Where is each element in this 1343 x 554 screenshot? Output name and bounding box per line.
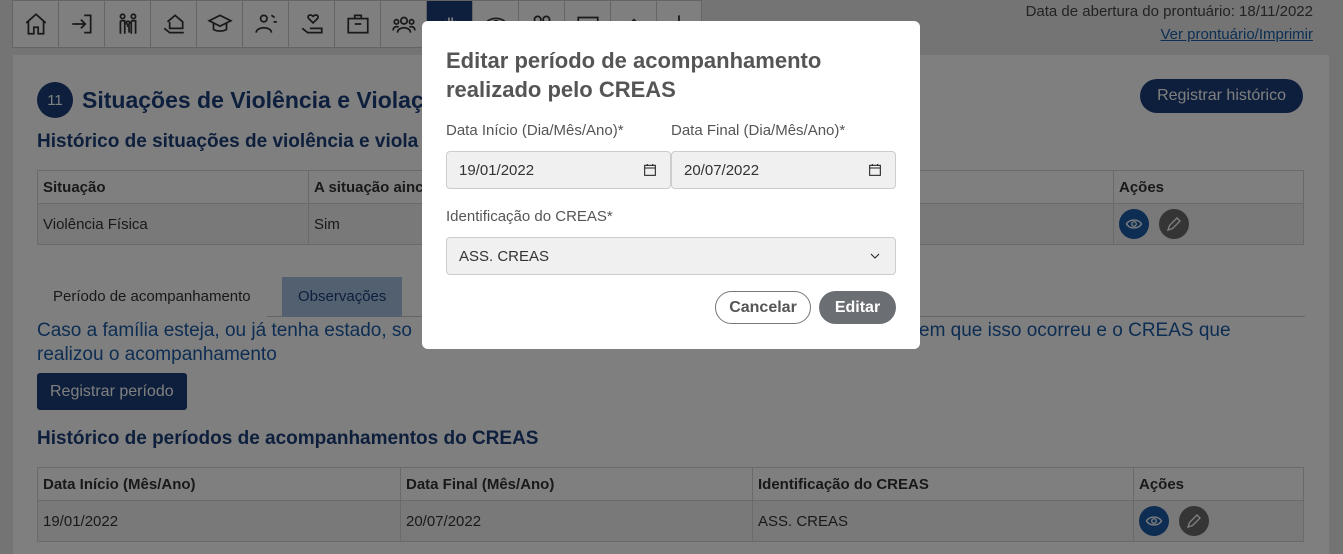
modal-title: Editar período de acompanhamento realiza… <box>446 48 822 102</box>
start-date-value: 19/01/2022 <box>459 161 535 179</box>
creas-label: Identificação do CREAS* <box>446 208 613 225</box>
start-date-input[interactable]: 19/01/2022 <box>446 151 671 189</box>
creas-selected-value: ASS. CREAS <box>459 247 550 265</box>
chevron-down-icon <box>870 253 880 259</box>
end-date-value: 20/07/2022 <box>684 161 760 179</box>
calendar-icon[interactable] <box>867 162 883 178</box>
edit-period-modal: Editar período de acompanhamento realiza… <box>422 21 920 349</box>
end-date-input[interactable]: 20/07/2022 <box>671 151 896 189</box>
calendar-icon[interactable] <box>642 162 658 178</box>
cancel-button[interactable]: Cancelar <box>715 291 811 324</box>
edit-button[interactable]: Editar <box>819 291 896 324</box>
creas-select[interactable]: ASS. CREAS <box>446 237 896 275</box>
end-date-label: Data Final (Dia/Mês/Ano)* <box>671 122 846 139</box>
start-date-label: Data Início (Dia/Mês/Ano)* <box>446 122 624 139</box>
